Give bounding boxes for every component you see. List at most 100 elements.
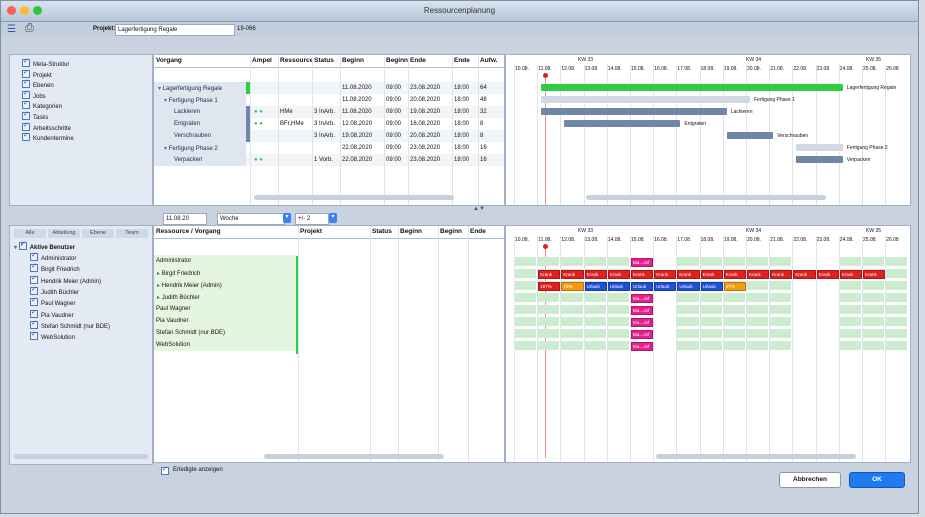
task-name[interactable]: Entgraten — [174, 121, 200, 127]
gantt-bar[interactable] — [726, 132, 774, 139]
absence-block[interactable]: Ma....Inf — [631, 318, 654, 327]
checkbox[interactable] — [30, 262, 38, 273]
absence-block[interactable]: 47% — [723, 282, 746, 291]
column-header[interactable]: Beginn — [440, 228, 462, 235]
column-header[interactable]: Vorgang — [156, 57, 182, 64]
column-header[interactable]: Beginn — [400, 228, 422, 235]
resource-name[interactable]: Administrator — [156, 258, 191, 264]
tree-item[interactable]: Administrator — [30, 251, 76, 263]
resource-name[interactable]: ▸ Hendrik Meier (Admin) — [157, 282, 222, 289]
range-select[interactable]: Woche — [217, 213, 285, 225]
splitter-arrows-icon[interactable]: ▲▼ — [473, 206, 485, 212]
absence-block[interactable]: 79% — [561, 282, 584, 291]
absence-block[interactable]: Urlaub — [654, 282, 677, 291]
checkbox[interactable] — [22, 110, 30, 120]
date-field[interactable]: 11.08.20 — [163, 213, 207, 225]
absence-block[interactable]: Krank — [747, 270, 770, 279]
gantt-bar[interactable] — [796, 144, 843, 151]
absence-block[interactable]: Urlaub — [677, 282, 700, 291]
column-header[interactable]: Ende — [470, 228, 486, 235]
absence-block[interactable]: Krank — [677, 270, 700, 279]
column-header[interactable]: Beginn — [386, 57, 408, 64]
scrollbar[interactable] — [254, 195, 454, 200]
tree-item[interactable]: Meta-Struktur — [22, 57, 69, 69]
column-header[interactable]: Beginn — [342, 57, 364, 64]
task-name[interactable]: Lackieren — [174, 109, 200, 115]
absence-block[interactable]: Krank — [584, 270, 607, 279]
tree-item[interactable]: Arbeitsschritte — [22, 121, 71, 133]
task-name[interactable]: ▾ Fertigung Phase 1 — [164, 97, 218, 104]
tree-item[interactable]: Hendrik Meier (Admin) — [30, 274, 101, 286]
gantt-bar[interactable] — [541, 108, 727, 115]
absence-block[interactable]: Ma....Inf — [631, 342, 654, 351]
tab[interactable]: Abteilung — [48, 229, 80, 238]
absence-block[interactable]: Krank — [816, 270, 839, 279]
checkbox[interactable] — [30, 274, 38, 284]
absence-block[interactable]: Urlaub — [607, 282, 630, 291]
show-done-checkbox[interactable] — [161, 465, 169, 475]
absence-block[interactable]: Krank — [723, 270, 746, 279]
tree-item[interactable]: Judith Büchler — [30, 285, 79, 297]
cancel-button[interactable]: Abbrechen — [779, 472, 841, 488]
column-header[interactable]: Status — [372, 228, 392, 235]
checkbox[interactable] — [22, 131, 30, 142]
list-icon[interactable]: ☰ — [7, 24, 16, 35]
column-header[interactable]: Ende — [454, 57, 470, 64]
checkbox[interactable] — [22, 121, 30, 131]
absence-block[interactable]: Krank — [793, 270, 816, 279]
column-header[interactable]: Projekt — [300, 228, 322, 235]
absence-block[interactable]: Krank — [631, 270, 654, 279]
checkbox[interactable] — [30, 319, 38, 329]
tab[interactable]: Team — [116, 229, 148, 238]
gantt-bar[interactable] — [541, 84, 843, 91]
tab[interactable]: Ebene — [82, 229, 114, 238]
absence-block[interactable]: Krank — [538, 270, 561, 279]
resource-name[interactable]: WebSolution — [156, 342, 190, 348]
task-name[interactable]: Verpacken — [174, 157, 202, 163]
absence-block[interactable]: Krank — [607, 270, 630, 279]
resource-name[interactable]: Stefan Schmidt (nur BDE) — [156, 330, 225, 336]
delta-select[interactable]: +/- 2 — [295, 213, 329, 225]
task-name[interactable]: ▾ Lagerfertigung Regale — [158, 85, 222, 92]
absence-block[interactable]: Urlaub — [631, 282, 654, 291]
absence-block[interactable]: 187% — [538, 282, 561, 291]
column-header[interactable]: Ampel — [252, 57, 272, 64]
column-header[interactable]: Ende — [410, 57, 426, 64]
gantt-bar[interactable] — [541, 96, 750, 103]
absence-block[interactable]: Ma....Inf — [631, 330, 654, 339]
checkbox[interactable] — [22, 78, 30, 89]
checkbox[interactable] — [22, 99, 30, 110]
checkbox[interactable] — [30, 251, 38, 261]
absence-block[interactable]: Krank — [770, 270, 793, 279]
resource-name[interactable]: ▸ Judith Büchler — [157, 294, 200, 301]
column-header[interactable]: Ressource / Vorgang — [156, 228, 221, 235]
absence-block[interactable]: Krank — [839, 270, 862, 279]
tree-item[interactable]: Birgit Friedrich — [30, 262, 80, 274]
resource-name[interactable]: Pia Vaudner — [156, 318, 189, 324]
absence-block[interactable]: Ma....Inf — [631, 258, 654, 267]
scrollbar[interactable] — [264, 454, 444, 459]
gantt-bar[interactable] — [796, 156, 843, 163]
checkbox[interactable] — [30, 330, 38, 341]
absence-block[interactable]: Krank — [863, 270, 886, 279]
tree-item[interactable]: Stefan Schmidt (nur BDE) — [30, 319, 110, 331]
checkbox[interactable] — [22, 68, 30, 78]
checkbox[interactable] — [30, 308, 38, 318]
scrollbar[interactable] — [14, 454, 148, 459]
column-header[interactable]: Status — [314, 57, 334, 64]
chevron-down-icon[interactable]: ▾ — [283, 213, 291, 223]
absence-block[interactable]: Urlaub — [700, 282, 723, 291]
column-header[interactable]: Ressource — [280, 57, 313, 64]
printer-icon[interactable]: ⎙ — [25, 22, 34, 35]
tree-item[interactable]: Kundentermine — [22, 131, 74, 143]
absence-block[interactable]: Ma....Inf — [631, 294, 654, 303]
task-name[interactable]: ▾ Fertigung Phase 2 — [164, 145, 218, 152]
ok-button[interactable]: OK — [849, 472, 905, 488]
task-name[interactable]: Verschrauben — [174, 133, 211, 139]
absence-block[interactable]: Krank — [700, 270, 723, 279]
resource-name[interactable]: Paul Wagner — [156, 306, 190, 312]
checkbox[interactable] — [18, 240, 27, 250]
checkbox[interactable] — [30, 285, 38, 295]
project-field[interactable]: Lagerfertigung Regale — [115, 24, 235, 36]
scrollbar[interactable] — [586, 195, 826, 200]
